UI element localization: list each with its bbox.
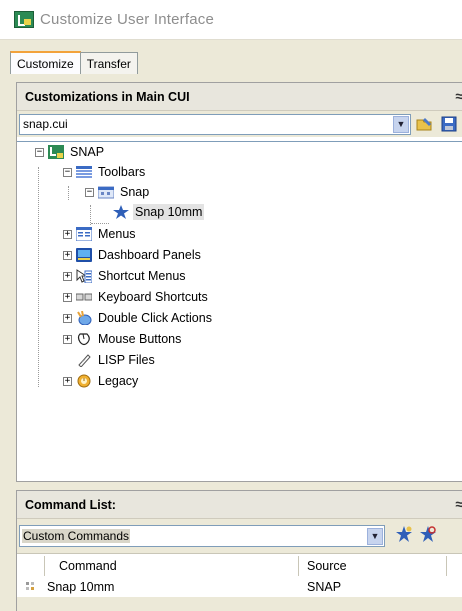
tree-node-toolbar-snap[interactable]: − Snap	[85, 182, 151, 202]
command-list-column-headers: Command Source	[17, 553, 462, 577]
tree-label: Shortcut Menus	[98, 269, 186, 283]
collapse-toggle-icon[interactable]: −	[85, 187, 94, 197]
column-header-blank	[17, 555, 45, 576]
shortcut-menus-icon	[76, 269, 93, 284]
tree-node-toolbars[interactable]: − Toolbars	[63, 162, 147, 182]
expand-toggle-icon[interactable]: +	[63, 334, 72, 344]
customizations-panel: Customizations in Main CUI ≈ snap.cui ▼	[16, 82, 462, 482]
tree-node-command-snap10mm[interactable]: Snap 10mm	[109, 202, 205, 222]
tree-node-legacy[interactable]: + Legacy	[63, 371, 140, 391]
toolbars-icon	[76, 165, 92, 179]
tree-label: Snap 10mm	[133, 204, 205, 220]
tree-connector	[90, 205, 91, 225]
cui-file-icon	[48, 145, 64, 159]
tab-strip: Customize Transfer	[10, 51, 138, 74]
tree-label: Double Click Actions	[98, 311, 212, 325]
collapse-toggle-icon[interactable]: −	[63, 167, 72, 177]
tree-node-lisp-files[interactable]: LISP Files	[76, 350, 157, 370]
open-file-icon[interactable]	[415, 114, 435, 134]
file-selector-row: snap.cui ▼	[17, 111, 462, 137]
tree-label: Mouse Buttons	[98, 332, 182, 346]
save-icon[interactable]	[439, 114, 459, 134]
legacy-icon	[76, 374, 92, 388]
dashboard-icon	[76, 248, 92, 262]
customizations-header: Customizations in Main CUI ≈	[17, 83, 462, 111]
tab-transfer[interactable]: Transfer	[79, 52, 138, 74]
tree-node-double-click-actions[interactable]: + Double Click Actions	[63, 308, 214, 328]
expand-toggle-icon[interactable]: +	[63, 271, 72, 281]
expand-toggle-icon[interactable]: +	[63, 229, 72, 239]
collapse-chevron-icon[interactable]: ≈	[455, 496, 462, 512]
command-list-panel: Command List: ≈ Custom Commands ▼ Comman…	[16, 490, 462, 611]
customizations-tree[interactable]: − SNAP − Toolbars − Snap Snap 10mm + Men…	[17, 141, 462, 481]
expand-toggle-icon[interactable]: +	[63, 292, 72, 302]
toolbar-icon	[97, 185, 115, 199]
double-click-icon	[76, 310, 92, 326]
chevron-down-icon[interactable]: ▼	[393, 115, 409, 133]
lisp-file-icon	[76, 353, 92, 368]
title-bar: Customize User Interface	[0, 0, 462, 40]
tree-label: Dashboard Panels	[98, 248, 201, 262]
customizations-title: Customizations in Main CUI	[25, 89, 190, 104]
tree-node-mouse-buttons[interactable]: + Mouse Buttons	[63, 329, 183, 349]
command-filter-dropdown[interactable]: Custom Commands ▼	[19, 525, 385, 547]
column-header-source[interactable]: Source	[299, 555, 447, 576]
tree-label: LISP Files	[98, 353, 155, 367]
tree-node-snap-root[interactable]: − SNAP	[35, 142, 106, 162]
expand-toggle-icon[interactable]: +	[63, 376, 72, 386]
command-cell: Snap 10mm	[47, 580, 115, 594]
command-icon	[17, 581, 45, 593]
tree-connector	[38, 167, 39, 387]
find-command-icon[interactable]	[419, 525, 437, 547]
command-list-title: Command List:	[25, 497, 116, 512]
tree-label: Menus	[98, 227, 136, 241]
star-icon	[113, 205, 129, 219]
tree-label: Keyboard Shortcuts	[98, 290, 208, 304]
chevron-down-icon[interactable]: ▼	[367, 527, 383, 545]
expand-toggle-icon[interactable]: +	[63, 313, 72, 323]
column-header-command[interactable]: Command	[45, 555, 299, 576]
tree-label: SNAP	[70, 145, 105, 159]
collapse-chevron-icon[interactable]: ≈	[455, 88, 462, 104]
collapse-toggle-icon[interactable]: −	[35, 147, 44, 157]
command-list-row[interactable]: Snap 10mm SNAP	[17, 577, 462, 597]
menus-icon	[75, 226, 93, 242]
command-filter-row: Custom Commands ▼	[17, 519, 462, 553]
source-cell: SNAP	[307, 580, 342, 594]
window-title: Customize User Interface	[40, 11, 215, 28]
tree-node-menus[interactable]: + Menus	[63, 224, 138, 244]
command-list-header: Command List: ≈	[17, 491, 462, 519]
command-filter-value: Custom Commands	[22, 529, 131, 543]
keyboard-icon	[75, 290, 93, 304]
tab-customize[interactable]: Customize	[10, 51, 81, 74]
tree-node-shortcut-menus[interactable]: + Shortcut Menus	[63, 266, 188, 286]
mouse-icon	[76, 332, 92, 346]
tree-label: Legacy	[98, 374, 139, 388]
tree-connector	[68, 186, 69, 200]
tree-label: Toolbars	[98, 165, 146, 179]
tree-node-dashboard-panels[interactable]: + Dashboard Panels	[63, 245, 203, 265]
cui-file-dropdown[interactable]: snap.cui ▼	[19, 113, 411, 135]
new-command-icon[interactable]	[395, 525, 413, 547]
expand-toggle-icon[interactable]: +	[63, 250, 72, 260]
app-icon	[14, 11, 34, 28]
tree-label: Snap	[120, 185, 150, 199]
tree-node-keyboard-shortcuts[interactable]: + Keyboard Shortcuts	[63, 287, 210, 307]
cui-file-value: snap.cui	[23, 117, 68, 131]
